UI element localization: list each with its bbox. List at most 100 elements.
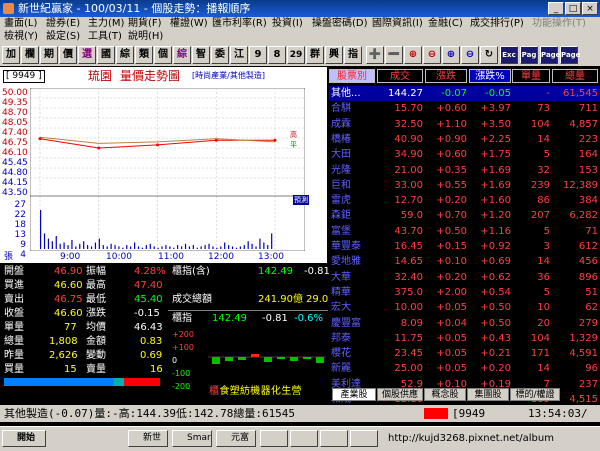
toolbar-button[interactable]: 國: [97, 46, 115, 64]
table-row[interactable]: 森鉅 59.0 +0.70 +1.20 207 6,282: [329, 208, 600, 223]
toolbar-button[interactable]: 選: [78, 46, 96, 64]
taskbar-item[interactable]: [290, 430, 318, 447]
tab-warrant[interactable]: 標的/權證: [510, 388, 560, 401]
toolbar-button[interactable]: 指: [344, 46, 362, 64]
toolbar-button[interactable]: 9: [249, 46, 267, 64]
stock-name-cell: 森鉅: [331, 210, 351, 222]
toolbar-button[interactable]: Page: [540, 46, 560, 64]
toolbar-button[interactable]: 29: [287, 46, 305, 64]
column-header-stock[interactable]: 股票別: [329, 69, 375, 83]
menu-settings[interactable]: 設定(S): [46, 30, 80, 44]
table-row[interactable]: 光隆 21.00 +0.35 +1.69 32 153: [329, 163, 600, 178]
table-row[interactable]: 富堡 43.70 +0.50 +1.16 5 71: [329, 224, 600, 239]
volume-bar: [184, 243, 187, 249]
sector-label: 生: [281, 386, 292, 397]
toolbar-button[interactable]: 8: [268, 46, 286, 64]
toolbar-button[interactable]: Exc: [500, 46, 518, 64]
start-button[interactable]: 開始: [2, 430, 46, 447]
toolbar-button[interactable]: 委: [211, 46, 229, 64]
toolbar-button[interactable]: 綜: [116, 46, 134, 64]
column-header-total[interactable]: 總量: [552, 69, 598, 83]
volume-bar: [153, 246, 155, 249]
table-row[interactable]: 其他... 144.27 -0.07 -0.05 - 61,545: [329, 86, 600, 102]
taskbar-item[interactable]: [260, 430, 288, 447]
toolbar-button[interactable]: 個: [154, 46, 172, 64]
add-red-icon[interactable]: ⊕: [404, 46, 422, 64]
toolbar-button[interactable]: 類: [135, 46, 153, 64]
menu-screen[interactable]: 畫面(L): [4, 17, 37, 31]
menu-trading-code[interactable]: 操盤密碼(D): [312, 17, 368, 31]
menu-ranking[interactable]: 成交排行(P): [470, 17, 524, 31]
toolbar-button[interactable]: Page: [560, 46, 580, 64]
mini-y-tick: -200: [172, 382, 191, 391]
table-row[interactable]: 新麗 25.00 +0.05 +0.20 14 96: [329, 361, 600, 376]
table-row[interactable]: 宏大 10.00 +0.05 +0.50 10 62: [329, 300, 600, 315]
add-blue-icon[interactable]: ⊕: [442, 46, 460, 64]
tab-industry[interactable]: 產業股: [332, 388, 376, 401]
close-button[interactable]: ×: [582, 2, 598, 15]
toolbar-button[interactable]: 價: [59, 46, 77, 64]
taskbar-item[interactable]: 新世: [128, 430, 168, 447]
tab-concept[interactable]: 概念股: [424, 388, 466, 401]
tab-supply[interactable]: 個股供應: [377, 388, 423, 401]
remove-red-icon[interactable]: ⊖: [423, 46, 441, 64]
volume-cell: 5: [543, 286, 550, 298]
menu-futures[interactable]: 期貨(F): [128, 17, 162, 31]
toolbar-button[interactable]: 綜: [173, 46, 191, 64]
toolbar-button[interactable]: 智: [192, 46, 210, 64]
stat-row: 買進 46.60 最高 47.40: [4, 279, 163, 293]
stat-value: 46.75: [54, 294, 83, 305]
table-row[interactable]: 華豐泰 16.45 +0.15 +0.92 3 612: [329, 239, 600, 254]
menu-help[interactable]: 說明(H): [128, 30, 163, 44]
remove-icon[interactable]: ➖: [385, 46, 403, 64]
table-row[interactable]: 大田 34.90 +0.60 +1.75 5 164: [329, 147, 600, 162]
toolbar-button[interactable]: 加: [2, 46, 20, 64]
taskbar-item[interactable]: [350, 430, 378, 447]
menu-forex[interactable]: 匯市利率(R): [212, 17, 267, 31]
table-row[interactable]: 慶豐富 8.09 +0.04 +0.50 20 279: [329, 316, 600, 331]
menu-warrants[interactable]: 權證(W): [170, 17, 208, 31]
table-row[interactable]: 合騏 15.70 +0.60 +3.97 73 711: [329, 101, 600, 116]
menu-international[interactable]: 國際資訊(I): [372, 17, 423, 31]
toolbar-button[interactable]: 期: [40, 46, 58, 64]
menu-finance[interactable]: 金融(C): [428, 17, 463, 31]
remove-blue-icon[interactable]: ⊖: [461, 46, 479, 64]
table-row[interactable]: 雷虎 12.70 +0.20 +1.60 86 384: [329, 193, 600, 208]
table-row[interactable]: 櫻花 23.45 +0.05 +0.21 171 4,591: [329, 346, 600, 361]
toolbar-button[interactable]: 江: [230, 46, 248, 64]
volume-cell: 86: [537, 195, 550, 207]
volume-bar: [90, 246, 93, 249]
table-row[interactable]: 巨和 33.00 +0.55 +1.69 239 12,389: [329, 178, 600, 193]
toolbar-button[interactable]: 欄: [21, 46, 39, 64]
status-code[interactable]: [9949: [452, 405, 485, 422]
menu-view[interactable]: 檢視(Y): [4, 30, 38, 44]
menu-major[interactable]: 主力(M): [88, 17, 124, 31]
add-icon[interactable]: ➕: [366, 46, 384, 64]
toolbar-button[interactable]: 群: [306, 46, 324, 64]
menu-invest[interactable]: 投資(I): [272, 17, 303, 31]
stock-name-cell: 巨和: [331, 179, 351, 191]
table-row[interactable]: 成霖 32.50 +1.10 +3.50 104 4,857: [329, 117, 600, 132]
column-header-change[interactable]: 漲跌: [425, 69, 467, 83]
refresh-icon[interactable]: ↻: [480, 46, 498, 64]
toolbar-button[interactable]: Pag: [520, 46, 538, 64]
tab-group[interactable]: 集團股: [467, 388, 509, 401]
column-header-change-pct[interactable]: 漲跌%: [469, 69, 511, 83]
table-row[interactable]: 愛地雅 14.65 +0.10 +0.69 14 456: [329, 254, 600, 269]
menu-functions[interactable]: 功能操作(T): [532, 17, 586, 31]
menu-tools[interactable]: 工具(T): [88, 30, 122, 44]
taskbar-item[interactable]: Smart..: [172, 430, 212, 447]
table-row[interactable]: 大華 32.40 +0.20 +0.62 36 896: [329, 270, 600, 285]
taskbar-item[interactable]: [320, 430, 348, 447]
taskbar-item[interactable]: 元富: [216, 430, 256, 447]
menu-securities[interactable]: 證券(E): [46, 17, 80, 31]
column-header-price[interactable]: 成交: [377, 69, 423, 83]
table-row[interactable]: 邦泰 11.75 +0.05 +0.43 104 1,329: [329, 331, 600, 346]
column-header-volume[interactable]: 單量: [512, 69, 550, 83]
table-row[interactable]: 精華 375.0 +2.00 +0.54 5 51: [329, 285, 600, 300]
minimize-button[interactable]: _: [548, 2, 564, 15]
maximize-button[interactable]: □: [565, 2, 581, 15]
table-row[interactable]: 橋椿 40.90 +0.90 +2.25 14 223: [329, 132, 600, 147]
total-cell: 62: [585, 302, 598, 314]
toolbar-button[interactable]: 興: [325, 46, 343, 64]
